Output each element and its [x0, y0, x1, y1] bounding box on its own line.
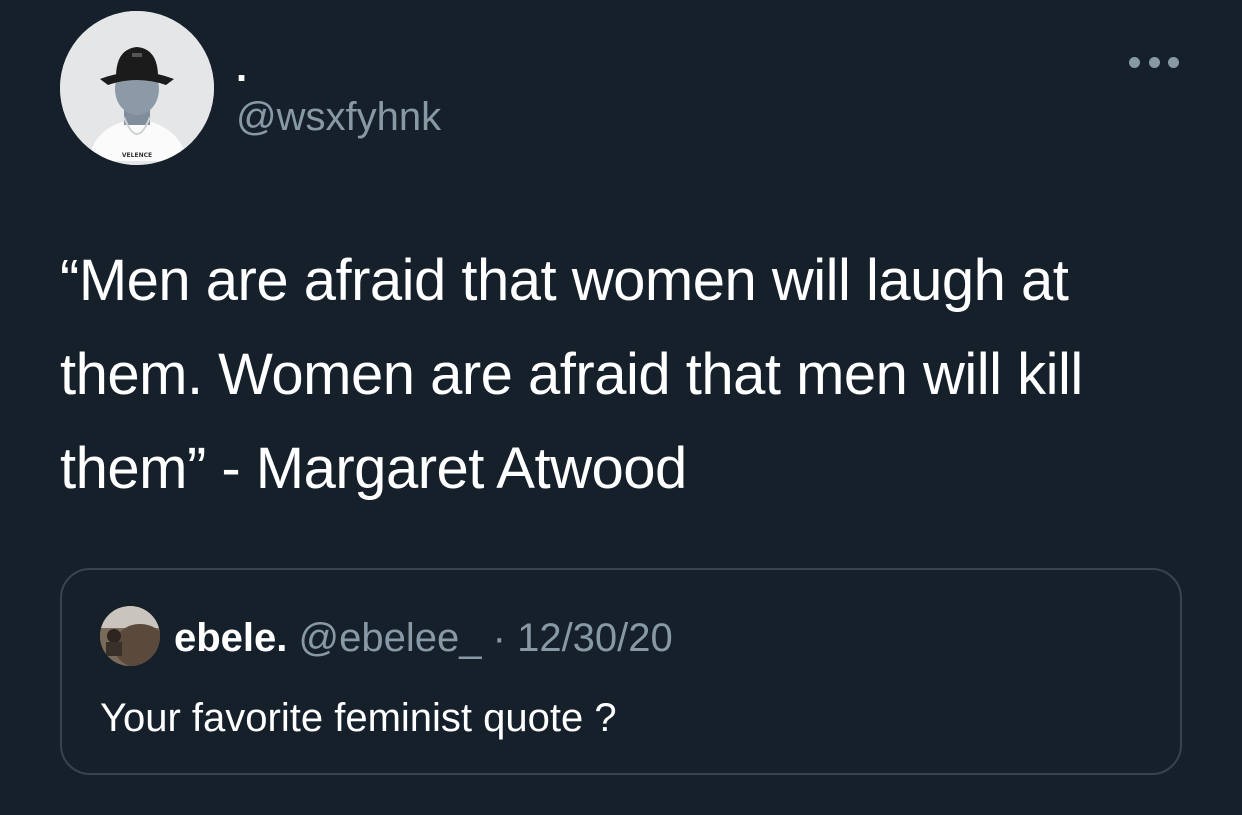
- tweet: VELENCE . @wsxfyhnk “Men are afraid that…: [0, 0, 1242, 815]
- quoted-header: ebele. @ebelee_ · 12/30/20: [174, 614, 673, 662]
- quoted-avatar[interactable]: [100, 606, 160, 666]
- more-dot: [1168, 56, 1179, 68]
- quoted-text: Your favorite feminist quote ?: [100, 696, 617, 740]
- avatar-image: VELENCE: [60, 11, 214, 165]
- quoted-date[interactable]: 12/30/20: [517, 616, 673, 660]
- user-handle[interactable]: @wsxfyhnk: [236, 93, 441, 141]
- more-horizontal-icon[interactable]: [1129, 50, 1179, 74]
- more-dot: [1148, 56, 1160, 68]
- tweet-text: “Men are afraid that women will laugh at…: [60, 248, 1083, 501]
- more-dot: [1129, 56, 1140, 68]
- svg-text:VELENCE: VELENCE: [122, 152, 152, 159]
- separator-dot: ·: [492, 616, 506, 660]
- quoted-user-handle[interactable]: @ebelee_: [299, 616, 482, 660]
- avatar[interactable]: VELENCE: [60, 11, 214, 165]
- quoted-avatar-image: [100, 606, 160, 666]
- display-name[interactable]: .: [236, 44, 247, 92]
- quoted-tweet-card[interactable]: ebele. @ebelee_ · 12/30/20 Your favorite…: [60, 568, 1182, 775]
- quoted-display-name[interactable]: ebele.: [174, 616, 287, 660]
